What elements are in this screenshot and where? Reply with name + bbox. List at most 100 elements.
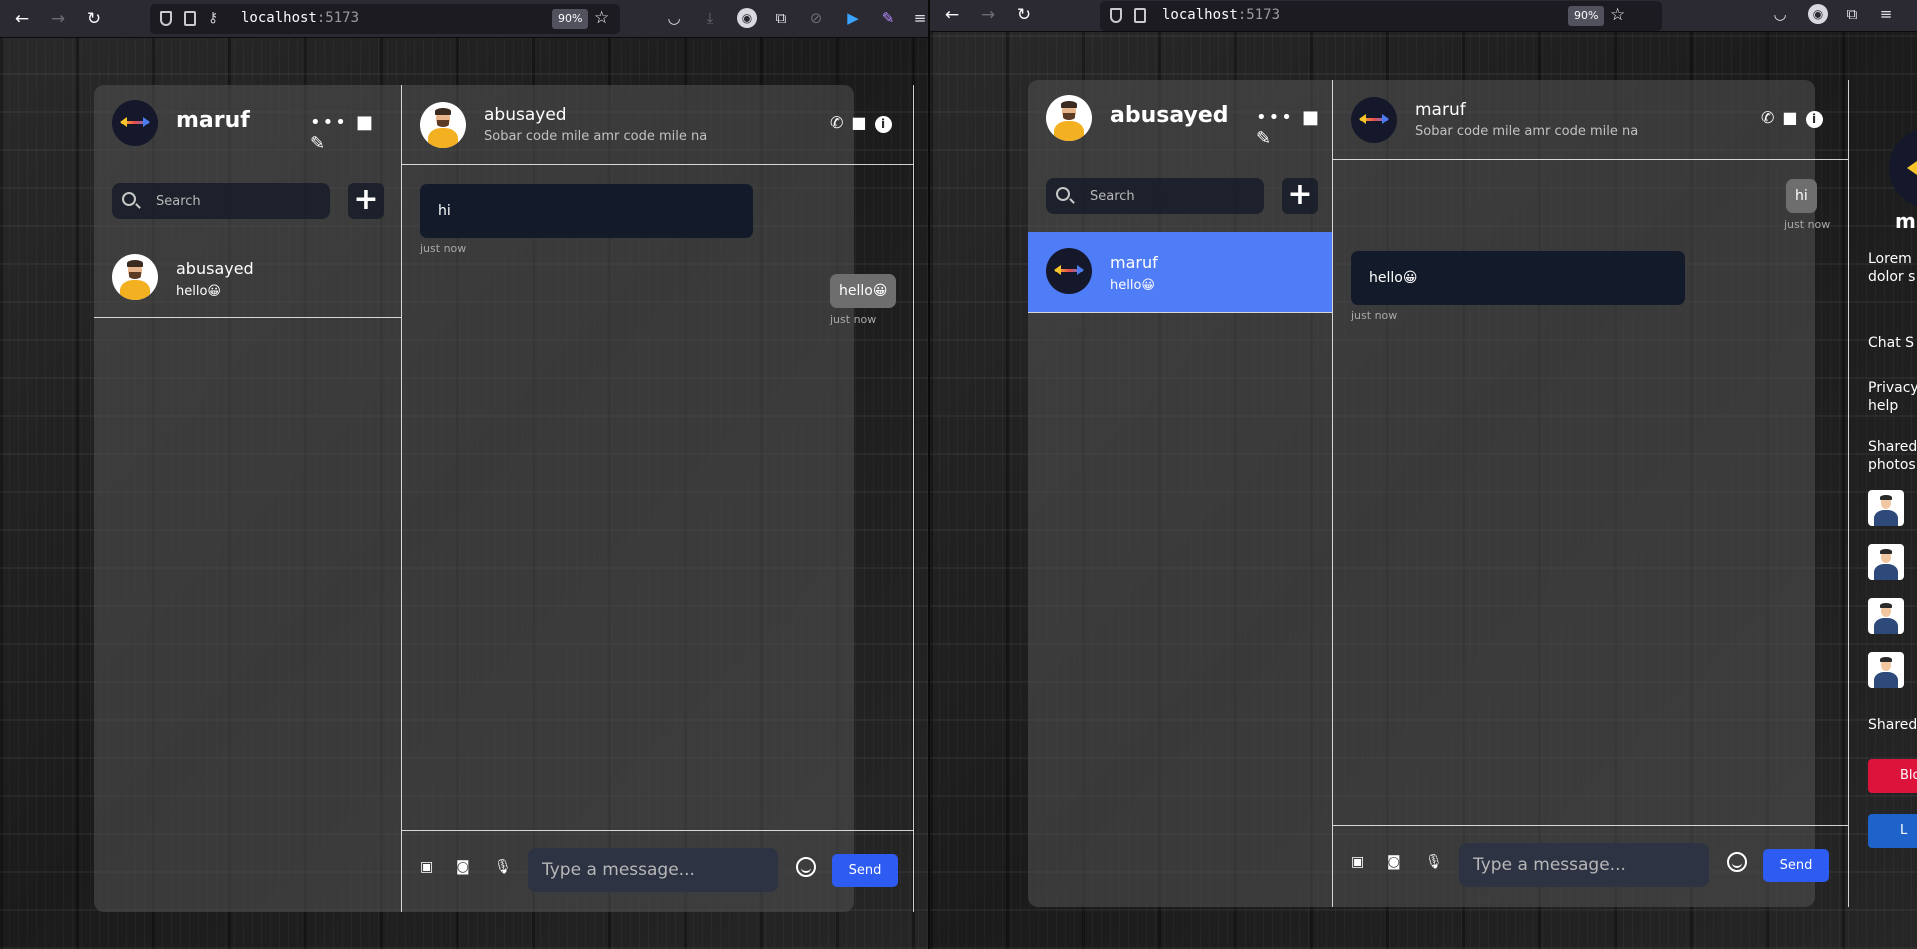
reload-icon[interactable]: ↻ [84,9,104,29]
extension-circle-icon[interactable]: ◉ [737,8,757,28]
send-button[interactable]: Send [832,854,898,887]
microphone-icon[interactable]: 🎙 [494,859,512,875]
chat-partner-avatar[interactable] [420,102,466,148]
info-icon[interactable]: i [1805,111,1823,128]
search-input[interactable] [156,183,324,219]
add-contact-button[interactable]: + [1282,178,1318,214]
phone-icon[interactable]: ✆ [1761,108,1774,127]
contact-last-message: hello😀 [1110,278,1155,293]
user-avatar[interactable] [1046,95,1092,141]
edit-icon[interactable]: ✎ [310,133,327,154]
message-composer: ▣ ◙ 🎙 Send [1333,825,1848,897]
blocked-icon[interactable]: ⊘ [806,8,826,28]
send-button[interactable]: Send [1763,849,1829,882]
camera-icon[interactable]: ◙ [456,859,470,875]
zoom-badge[interactable]: 90% [552,9,589,29]
shared-photos-option[interactable]: Shared [1868,438,1917,456]
chat-settings-option[interactable]: Chat S [1868,334,1914,352]
contact-item-active[interactable]: maruf hello😀 [1028,232,1332,312]
details-description-line: dolor s [1868,269,1916,285]
chat-area: maruf Sobar code mile amr code mile na ✆… [1333,80,1848,907]
bookmark-star-icon[interactable]: ☆ [594,8,609,28]
search-input[interactable] [1090,178,1258,214]
image-icon[interactable]: ▣ [1351,854,1364,870]
microphone-icon[interactable]: 🎙 [1425,854,1443,870]
address-bar[interactable]: localhost:5173 90% ☆ [1100,1,1662,31]
reload-icon[interactable]: ↻ [1014,5,1034,25]
details-user-name: m [1895,209,1916,233]
forward-icon[interactable]: → [48,9,68,29]
chat-actions: ✆ ■ i [822,113,892,133]
video-icon[interactable]: ■ [1302,107,1321,128]
browser-toolbar: ← → ↻ localhost:5173 90% ☆ ◡ ◉ ⧉ ≡ [930,0,1917,32]
header-actions: ••• ■ ✎ [310,112,392,154]
block-user-button[interactable]: Blo [1868,759,1917,793]
address-bar[interactable]: ⚷ localhost:5173 90% ☆ [150,4,620,34]
url-text: localhost:5173 [1162,7,1281,23]
shared-files-option[interactable]: Shared [1868,716,1917,734]
shared-photo-thumb[interactable] [1868,490,1904,526]
forward-icon[interactable]: → [978,5,998,25]
menu-icon[interactable]: ≡ [1876,4,1896,24]
chat-actions: ✆ ■ i [1753,108,1823,128]
contact-name: maruf [1110,253,1158,272]
menu-icon[interactable]: ≡ [910,8,928,28]
shared-photo-thumb[interactable] [1868,544,1904,580]
video-call-icon[interactable]: ■ [851,113,866,132]
download-icon[interactable]: ⤓ [700,8,720,28]
message-bubble-received: hello😀 [1351,251,1685,305]
message-input[interactable] [528,848,778,892]
shared-photos-option-line: photos [1868,457,1916,473]
back-icon[interactable]: ← [12,9,32,29]
search-box [1046,178,1264,214]
key-icon: ⚷ [208,10,219,26]
emoji-icon[interactable] [796,857,816,877]
more-icon[interactable]: ••• [1256,107,1294,128]
chat-partner-status: Sobar code mile amr code mile na [484,129,708,144]
privacy-option[interactable]: Privacy [1868,379,1917,397]
contact-item[interactable]: abusayed hello😀 [94,238,401,318]
search-icon [1056,187,1070,201]
phone-icon[interactable]: ✆ [830,113,843,132]
extensions-puzzle-icon[interactable]: ⧉ [1842,4,1862,24]
user-header: maruf ••• ■ ✎ [112,100,392,154]
extensions-puzzle-icon[interactable]: ⧉ [771,8,791,28]
info-icon[interactable]: i [874,116,892,133]
video-call-icon[interactable]: ■ [1782,108,1797,127]
video-icon[interactable]: ■ [356,112,375,133]
message-input[interactable] [1459,843,1709,887]
shared-photo-thumb[interactable] [1868,652,1904,688]
contact-avatar [112,254,158,300]
right-browser-window: ← → ↻ localhost:5173 90% ☆ ◡ ◉ ⧉ ≡ abusa… [930,0,1917,949]
user-header: abusayed ••• ■ ✎ [1046,95,1336,149]
shared-photo-thumb[interactable] [1868,598,1904,634]
extension-play-icon[interactable]: ▶ [843,8,863,28]
details-avatar [1889,128,1917,208]
message-time: just now [420,242,467,255]
current-user-name: maruf [176,108,250,133]
color-picker-icon[interactable]: ✎ [878,8,898,28]
search-icon [122,192,136,206]
privacy-option-line: help [1868,398,1899,414]
back-icon[interactable]: ← [942,5,962,25]
zoom-badge[interactable]: 90% [1568,6,1605,26]
pocket-icon[interactable]: ◡ [1770,4,1790,24]
camera-icon[interactable]: ◙ [1387,854,1401,870]
contact-name: abusayed [176,259,254,278]
emoji-icon[interactable] [1727,852,1747,872]
logout-button[interactable]: L [1868,814,1917,848]
add-contact-button[interactable]: + [348,183,384,219]
url-text: localhost:5173 [241,10,360,26]
user-avatar[interactable] [112,100,158,146]
contact-last-message: hello😀 [176,284,221,299]
sidebar: abusayed ••• ■ ✎ + maruf hello😀 [1028,80,1332,907]
image-icon[interactable]: ▣ [420,859,433,875]
chat-partner-avatar[interactable] [1351,97,1397,143]
left-browser-window: ← → ↻ ⚷ localhost:5173 90% ☆ ◡ ⤓ ◉ ⧉ ⊘ ▶… [0,0,928,949]
extension-circle-icon[interactable]: ◉ [1808,4,1828,24]
details-description-line: Lorem [1868,251,1912,267]
more-icon[interactable]: ••• [310,112,348,133]
edit-icon[interactable]: ✎ [1256,128,1273,149]
pocket-icon[interactable]: ◡ [664,8,684,28]
bookmark-star-icon[interactable]: ☆ [1610,5,1625,25]
